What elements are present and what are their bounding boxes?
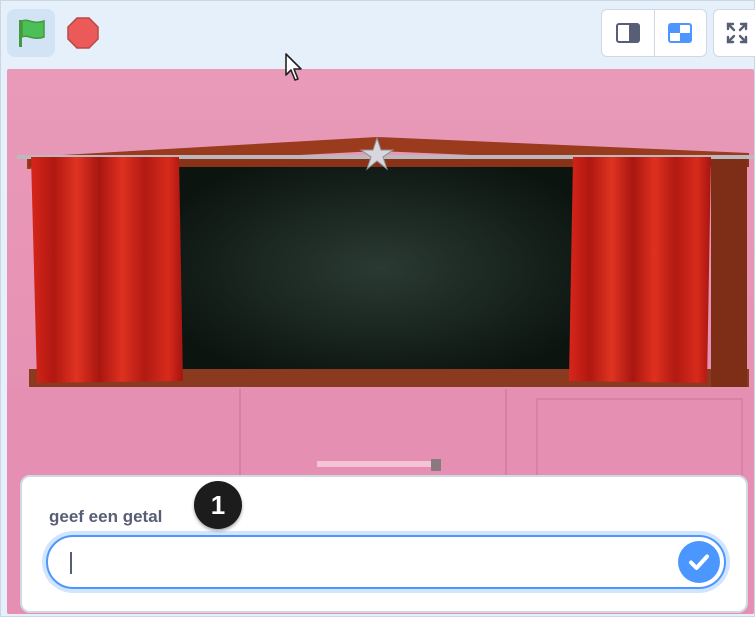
small-stage-button[interactable] bbox=[602, 10, 654, 56]
question-label: geef een getal bbox=[49, 507, 163, 526]
green-flag-button[interactable] bbox=[7, 9, 55, 57]
fullscreen-button[interactable] bbox=[713, 9, 755, 57]
green-flag-icon bbox=[19, 19, 45, 47]
callout-badge: 1 bbox=[194, 481, 242, 529]
submit-answer-button[interactable] bbox=[678, 541, 720, 583]
stage-toolbar bbox=[1, 1, 755, 67]
normal-stage-button[interactable] bbox=[653, 10, 707, 56]
mouse-cursor-icon bbox=[285, 53, 302, 81]
stage-window: geef een getal 1 bbox=[0, 0, 755, 617]
text-caret bbox=[70, 552, 72, 574]
stop-sign-icon bbox=[67, 17, 99, 49]
answer-input[interactable] bbox=[68, 547, 652, 579]
fullscreen-icon bbox=[726, 22, 748, 44]
stop-button[interactable] bbox=[59, 9, 107, 57]
answer-field[interactable] bbox=[46, 535, 726, 589]
stage-size-toggle bbox=[601, 9, 707, 57]
normal-stage-icon bbox=[668, 23, 693, 43]
small-stage-icon bbox=[615, 23, 640, 43]
check-icon bbox=[689, 554, 709, 570]
ask-prompt: geef een getal 1 bbox=[20, 475, 748, 613]
callout-number: 1 bbox=[210, 489, 226, 520]
